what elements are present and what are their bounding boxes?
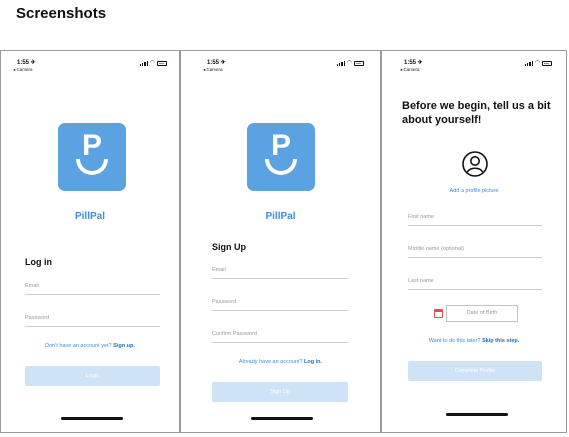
- skip-link[interactable]: Skip this step.: [482, 338, 519, 344]
- signup-screen: 1:55 ✈ ◂ Camera ◠ P PillPal Sign Up Emai…: [180, 50, 381, 433]
- logo-p-glyph: P: [270, 129, 291, 162]
- logo-smile-icon: [76, 159, 108, 175]
- system-icons: ◠: [525, 60, 552, 66]
- login-prompt: Already have an account? Log in.: [181, 359, 380, 365]
- date-of-birth-row: Date of Birth: [434, 305, 518, 322]
- signup-link[interactable]: Sign up.: [113, 343, 135, 349]
- system-icons: ◠: [140, 60, 167, 66]
- wifi-icon: ◠: [534, 60, 540, 66]
- back-to-camera[interactable]: ◂ Camera: [13, 67, 33, 73]
- login-link[interactable]: Log in.: [304, 359, 322, 365]
- status-bar: 1:55 ✈ ◂ Camera ◠: [181, 59, 380, 75]
- first-name-field[interactable]: First name: [408, 214, 542, 226]
- app-name: PillPal: [74, 211, 105, 222]
- calendar-icon[interactable]: [434, 309, 443, 318]
- app-logo: P: [247, 123, 315, 191]
- last-name-field[interactable]: Last name: [408, 278, 542, 290]
- home-indicator[interactable]: [61, 417, 123, 420]
- status-bar: 1:55 ✈ ◂ Camera ◠: [1, 59, 179, 75]
- signal-icon: [525, 60, 533, 66]
- skip-prompt: Want to do this later? Skip this step.: [382, 338, 566, 344]
- profile-title: Before we begin, tell us a bit about you…: [402, 100, 551, 126]
- battery-icon: [157, 60, 167, 66]
- login-title: Log in: [25, 257, 52, 267]
- skip-prompt-text: Want to do this later?: [428, 338, 482, 344]
- back-to-camera[interactable]: ◂ Camera: [400, 67, 420, 73]
- date-of-birth-field[interactable]: Date of Birth: [446, 305, 518, 322]
- complete-profile-button[interactable]: Complete Profile: [408, 361, 542, 381]
- status-time: 1:55 ✈: [404, 60, 423, 66]
- middle-name-field[interactable]: Middle name (optional): [408, 246, 542, 258]
- login-screen: 1:55 ✈ ◂ Camera ◠ P PillPal Log in Email…: [0, 50, 180, 433]
- login-prompt-text: Already have an account?: [238, 359, 305, 365]
- app-name: PillPal: [265, 211, 296, 222]
- battery-icon: [542, 60, 552, 66]
- signup-prompt: Don't have an account yet? Sign up.: [1, 343, 179, 349]
- email-field[interactable]: Email: [25, 283, 160, 295]
- add-profile-picture-link[interactable]: Add a profile picture: [382, 188, 566, 194]
- home-indicator[interactable]: [446, 413, 508, 416]
- app-logo: P: [58, 123, 126, 191]
- profile-setup-screen: 1:55 ✈ ◂ Camera ◠ Before we begin, tell …: [381, 50, 567, 433]
- password-field[interactable]: Password: [25, 315, 160, 327]
- profile-avatar-icon[interactable]: [462, 151, 488, 177]
- logo-p-glyph: P: [81, 129, 102, 162]
- wifi-icon: ◠: [149, 60, 155, 66]
- signal-icon: [140, 60, 148, 66]
- login-button[interactable]: Login: [25, 366, 160, 386]
- status-time: 1:55 ✈: [17, 60, 36, 66]
- section-heading: Screenshots: [16, 5, 107, 22]
- password-field[interactable]: Password: [212, 299, 348, 311]
- home-indicator[interactable]: [251, 417, 313, 420]
- signup-title: Sign Up: [212, 242, 246, 252]
- back-to-camera[interactable]: ◂ Camera: [203, 67, 223, 73]
- signal-icon: [337, 60, 345, 66]
- signup-button[interactable]: Sign Up: [212, 382, 348, 402]
- confirm-password-field[interactable]: Confirm Password: [212, 331, 348, 343]
- wifi-icon: ◠: [346, 60, 352, 66]
- system-icons: ◠: [337, 60, 364, 66]
- signup-prompt-text: Don't have an account yet?: [45, 343, 114, 349]
- status-time: 1:55 ✈: [207, 60, 226, 66]
- battery-icon: [354, 60, 364, 66]
- email-field[interactable]: Email: [212, 267, 348, 279]
- status-bar: 1:55 ✈ ◂ Camera ◠: [382, 59, 566, 75]
- logo-smile-icon: [265, 159, 297, 175]
